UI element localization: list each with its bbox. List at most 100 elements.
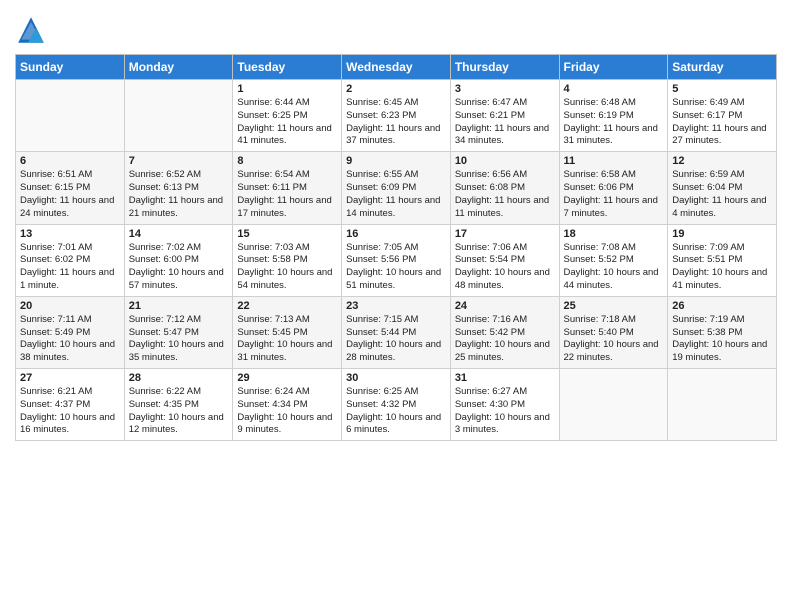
day-info: Sunrise: 7:02 AM Sunset: 6:00 PM Dayligh… [129, 242, 229, 293]
calendar-day-header: Friday [559, 55, 668, 80]
calendar-cell: 3 Sunrise: 6:47 AM Sunset: 6:21 PM Daylig… [450, 80, 559, 152]
day-number: 21 [129, 300, 229, 312]
calendar-cell: 17Sunrise: 7:06 AM Sunset: 5:54 PM Dayli… [450, 224, 559, 296]
calendar-cell: 28 Sunrise: 6:22 AM Sunset: 4:35 PM Dayli… [124, 369, 233, 441]
day-info: Sunrise: 6:24 AM Sunset: 4:34 PM Dayligh… [237, 386, 337, 437]
day-info: Sunrise: 7:16 AM Sunset: 5:42 PM Dayligh… [455, 314, 555, 365]
header [15, 10, 777, 46]
calendar-cell: 13Sunrise: 7:01 AM Sunset: 6:02 PM Dayli… [16, 224, 125, 296]
calendar-cell: 4 Sunrise: 6:48 AM Sunset: 6:19 PM Daylig… [559, 80, 668, 152]
day-number: 19 [672, 228, 772, 240]
day-info: Sunrise: 6:51 AM Sunset: 6:15 PM Dayligh… [20, 169, 120, 220]
day-number: 2 [346, 83, 446, 95]
calendar-day-header: Saturday [668, 55, 777, 80]
day-number: 16 [346, 228, 446, 240]
calendar-cell: 29Sunrise: 6:24 AM Sunset: 4:34 PM Dayli… [233, 369, 342, 441]
calendar-cell: 18Sunrise: 7:08 AM Sunset: 5:52 PM Dayli… [559, 224, 668, 296]
day-number: 1 [237, 83, 337, 95]
day-number: 13 [20, 228, 120, 240]
calendar-header-row: SundayMondayTuesdayWednesdayThursdayFrid… [16, 55, 777, 80]
calendar-cell: 22 Sunrise: 7:13 AM Sunset: 5:45 PM Dayli… [233, 296, 342, 368]
calendar-cell: 12 Sunrise: 6:59 AM Sunset: 6:04 PM Dayli… [668, 152, 777, 224]
calendar-table: SundayMondayTuesdayWednesdayThursdayFrid… [15, 54, 777, 441]
day-info: Sunrise: 7:18 AM Sunset: 5:40 PM Dayligh… [564, 314, 664, 365]
calendar-cell [124, 80, 233, 152]
calendar-cell: 7 Sunrise: 6:52 AM Sunset: 6:13 PM Daylig… [124, 152, 233, 224]
calendar-week-row: 1Sunrise: 6:44 AM Sunset: 6:25 PM Daylig… [16, 80, 777, 152]
day-number: 28 [129, 372, 229, 384]
calendar-cell [16, 80, 125, 152]
day-info: Sunrise: 7:13 AM Sunset: 5:45 PM Dayligh… [237, 314, 337, 365]
calendar-week-row: 27 Sunrise: 6:21 AM Sunset: 4:37 PM Dayli… [16, 369, 777, 441]
day-info: Sunrise: 7:03 AM Sunset: 5:58 PM Dayligh… [237, 242, 337, 293]
day-info: Sunrise: 6:45 AM Sunset: 6:23 PM Dayligh… [346, 97, 446, 148]
day-info: Sunrise: 7:15 AM Sunset: 5:44 PM Dayligh… [346, 314, 446, 365]
day-number: 23 [346, 300, 446, 312]
calendar-cell: 26 Sunrise: 7:19 AM Sunset: 5:38 PM Dayli… [668, 296, 777, 368]
day-number: 6 [20, 155, 120, 167]
calendar-cell: 23 Sunrise: 7:15 AM Sunset: 5:44 PM Dayli… [342, 296, 451, 368]
day-number: 5 [672, 83, 772, 95]
calendar-cell: 21 Sunrise: 7:12 AM Sunset: 5:47 PM Dayli… [124, 296, 233, 368]
day-info: Sunrise: 6:54 AM Sunset: 6:11 PM Dayligh… [237, 169, 337, 220]
calendar-day-header: Thursday [450, 55, 559, 80]
day-number: 15 [237, 228, 337, 240]
logo [15, 14, 51, 46]
day-number: 27 [20, 372, 120, 384]
day-number: 18 [564, 228, 664, 240]
day-info: Sunrise: 6:58 AM Sunset: 6:06 PM Dayligh… [564, 169, 664, 220]
day-info: Sunrise: 6:25 AM Sunset: 4:32 PM Dayligh… [346, 386, 446, 437]
day-number: 8 [237, 155, 337, 167]
calendar-week-row: 20 Sunrise: 7:11 AM Sunset: 5:49 PM Dayli… [16, 296, 777, 368]
day-number: 20 [20, 300, 120, 312]
calendar-cell: 20 Sunrise: 7:11 AM Sunset: 5:49 PM Dayli… [16, 296, 125, 368]
day-info: Sunrise: 6:48 AM Sunset: 6:19 PM Dayligh… [564, 97, 664, 148]
day-info: Sunrise: 7:19 AM Sunset: 5:38 PM Dayligh… [672, 314, 772, 365]
calendar-cell: 2 Sunrise: 6:45 AM Sunset: 6:23 PM Daylig… [342, 80, 451, 152]
day-number: 12 [672, 155, 772, 167]
calendar-cell: 30Sunrise: 6:25 AM Sunset: 4:32 PM Dayli… [342, 369, 451, 441]
calendar-cell: 11Sunrise: 6:58 AM Sunset: 6:06 PM Dayli… [559, 152, 668, 224]
calendar-cell: 19 Sunrise: 7:09 AM Sunset: 5:51 PM Dayli… [668, 224, 777, 296]
day-number: 10 [455, 155, 555, 167]
day-info: Sunrise: 6:55 AM Sunset: 6:09 PM Dayligh… [346, 169, 446, 220]
day-info: Sunrise: 7:06 AM Sunset: 5:54 PM Dayligh… [455, 242, 555, 293]
day-number: 26 [672, 300, 772, 312]
day-info: Sunrise: 6:56 AM Sunset: 6:08 PM Dayligh… [455, 169, 555, 220]
calendar-cell: 9 Sunrise: 6:55 AM Sunset: 6:09 PM Daylig… [342, 152, 451, 224]
day-info: Sunrise: 7:12 AM Sunset: 5:47 PM Dayligh… [129, 314, 229, 365]
calendar-week-row: 13Sunrise: 7:01 AM Sunset: 6:02 PM Dayli… [16, 224, 777, 296]
calendar-week-row: 6 Sunrise: 6:51 AM Sunset: 6:15 PM Daylig… [16, 152, 777, 224]
day-info: Sunrise: 6:49 AM Sunset: 6:17 PM Dayligh… [672, 97, 772, 148]
calendar-cell: 5 Sunrise: 6:49 AM Sunset: 6:17 PM Daylig… [668, 80, 777, 152]
day-info: Sunrise: 6:47 AM Sunset: 6:21 PM Dayligh… [455, 97, 555, 148]
logo-icon [15, 14, 47, 46]
day-info: Sunrise: 6:59 AM Sunset: 6:04 PM Dayligh… [672, 169, 772, 220]
day-number: 31 [455, 372, 555, 384]
calendar-cell: 6 Sunrise: 6:51 AM Sunset: 6:15 PM Daylig… [16, 152, 125, 224]
day-info: Sunrise: 6:22 AM Sunset: 4:35 PM Dayligh… [129, 386, 229, 437]
day-number: 4 [564, 83, 664, 95]
calendar-day-header: Monday [124, 55, 233, 80]
calendar-day-header: Wednesday [342, 55, 451, 80]
day-number: 9 [346, 155, 446, 167]
calendar-cell: 14 Sunrise: 7:02 AM Sunset: 6:00 PM Dayli… [124, 224, 233, 296]
calendar-day-header: Sunday [16, 55, 125, 80]
calendar-day-header: Tuesday [233, 55, 342, 80]
calendar-cell [559, 369, 668, 441]
calendar-cell: 16 Sunrise: 7:05 AM Sunset: 5:56 PM Dayli… [342, 224, 451, 296]
day-number: 25 [564, 300, 664, 312]
day-info: Sunrise: 6:52 AM Sunset: 6:13 PM Dayligh… [129, 169, 229, 220]
day-number: 3 [455, 83, 555, 95]
day-number: 14 [129, 228, 229, 240]
day-info: Sunrise: 7:11 AM Sunset: 5:49 PM Dayligh… [20, 314, 120, 365]
day-info: Sunrise: 7:09 AM Sunset: 5:51 PM Dayligh… [672, 242, 772, 293]
day-info: Sunrise: 6:21 AM Sunset: 4:37 PM Dayligh… [20, 386, 120, 437]
day-info: Sunrise: 7:05 AM Sunset: 5:56 PM Dayligh… [346, 242, 446, 293]
day-number: 7 [129, 155, 229, 167]
day-number: 22 [237, 300, 337, 312]
calendar-cell: 8 Sunrise: 6:54 AM Sunset: 6:11 PM Daylig… [233, 152, 342, 224]
day-info: Sunrise: 6:27 AM Sunset: 4:30 PM Dayligh… [455, 386, 555, 437]
calendar-cell: 31 Sunrise: 6:27 AM Sunset: 4:30 PM Dayli… [450, 369, 559, 441]
calendar-cell: 27 Sunrise: 6:21 AM Sunset: 4:37 PM Dayli… [16, 369, 125, 441]
